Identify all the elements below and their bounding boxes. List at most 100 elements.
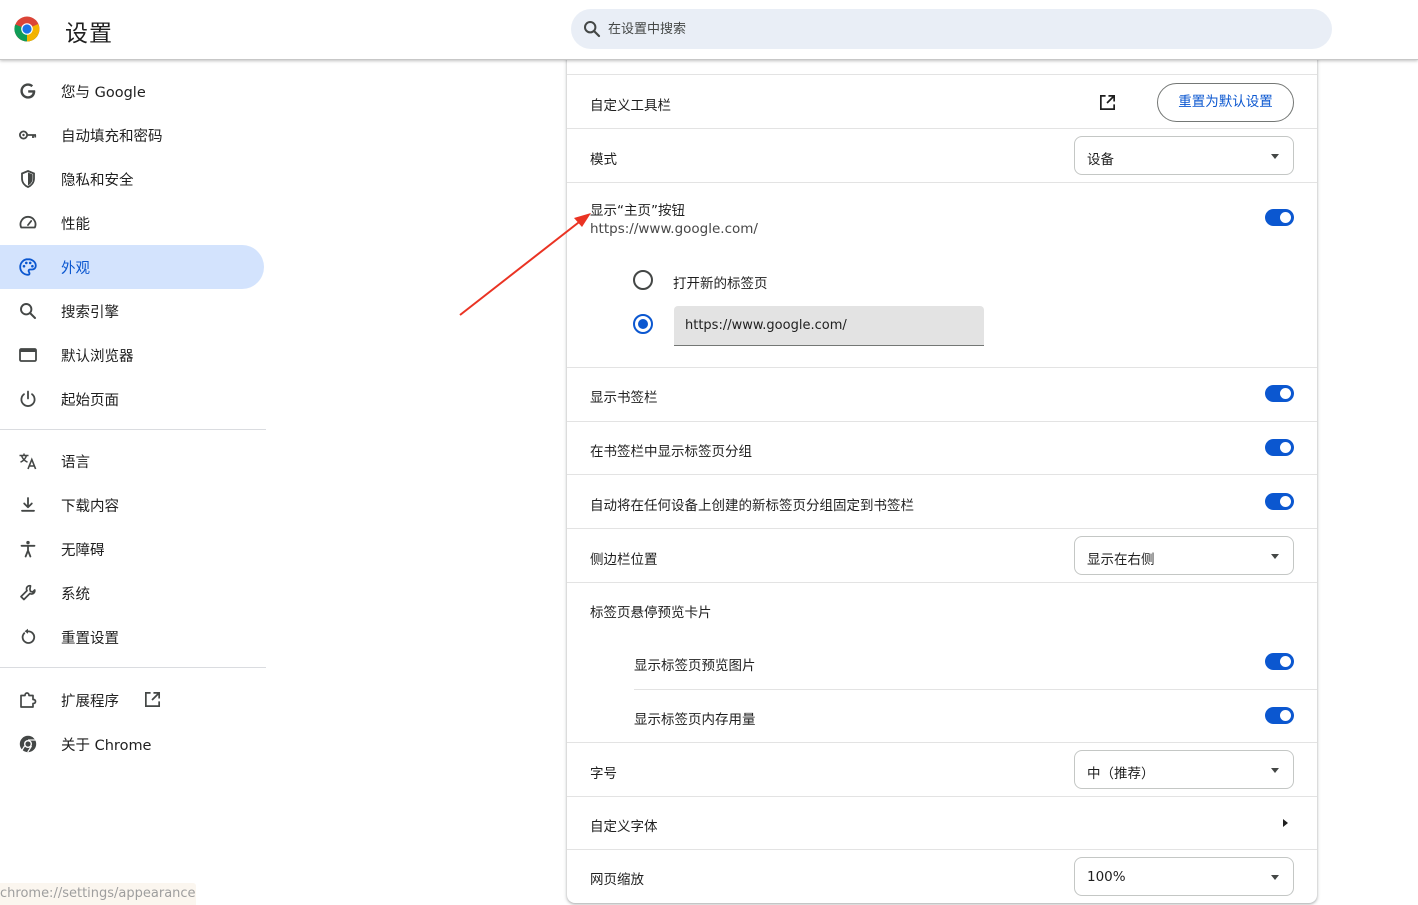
sidebar-item-label: 重置设置 (61, 631, 119, 647)
sidebar-item-reset[interactable]: 重置设置 (0, 615, 264, 659)
row-divider (567, 582, 1317, 583)
google-g-icon (20, 83, 36, 99)
row-divider (567, 849, 1317, 850)
sidebar-item-appearance[interactable]: 外观 (0, 245, 264, 289)
top-bar: 设置 (0, 0, 1418, 60)
customize-toolbar-label: 自定义工具栏 (590, 98, 671, 114)
radio-custom-url[interactable] (633, 314, 653, 334)
reset-icon (21, 628, 36, 644)
puzzle-icon (20, 692, 37, 708)
chevron-right-icon[interactable] (1283, 819, 1288, 827)
download-icon (21, 497, 35, 512)
side-panel-select[interactable]: 显示在右侧 (1074, 536, 1294, 575)
row-divider (567, 74, 1317, 75)
palette-icon (19, 258, 37, 276)
sidebar-item-label: 语言 (61, 455, 90, 471)
page-zoom-select[interactable]: 100% (1074, 857, 1294, 896)
sidebar-item-label: 下载内容 (61, 499, 119, 515)
search-icon (584, 21, 601, 38)
bookmarks-bar-label: 显示书签栏 (590, 390, 658, 406)
sidebar-item-default-browser[interactable]: 默认浏览器 (0, 333, 264, 377)
sidebar-item-performance[interactable]: 性能 (0, 201, 264, 245)
sidebar-item-accessibility[interactable]: 无障碍 (0, 527, 264, 571)
page-title: 设置 (65, 21, 113, 47)
hover-card-label: 标签页悬停预览卡片 (590, 605, 712, 621)
browser-window-icon (19, 348, 37, 362)
font-size-select[interactable]: 中（推荐） (1074, 750, 1294, 789)
sidebar-item-label: 隐私和安全 (61, 173, 134, 189)
row-divider (634, 689, 1317, 690)
sidebar-item-label: 系统 (61, 587, 90, 603)
side-panel-label: 侧边栏位置 (590, 552, 658, 568)
sidebar-item-you-and-google[interactable]: 您与 Google (0, 69, 264, 113)
sidebar-item-label: 自动填充和密码 (61, 129, 163, 145)
hover-preview-image-label: 显示标签页预览图片 (634, 658, 756, 674)
home-url-input[interactable] (674, 306, 984, 346)
home-button-label: 显示“主页”按钮 (590, 203, 685, 219)
side-panel-select-value: 显示在右侧 (1087, 552, 1155, 568)
radio-new-tab-page[interactable] (633, 270, 653, 290)
hover-memory-usage-label: 显示标签页内存用量 (634, 712, 756, 728)
sidebar-item-label: 扩展程序 (61, 694, 119, 710)
font-size-select-value: 中（推荐） (1087, 766, 1155, 782)
row-divider (567, 528, 1317, 529)
shield-icon (21, 170, 35, 188)
sidebar-item-about-chrome[interactable]: 关于 Chrome (0, 722, 264, 766)
open-in-new-icon[interactable] (1098, 93, 1117, 112)
chrome-logo-icon (14, 16, 40, 42)
home-button-sublabel: https://www.google.com/ (590, 221, 758, 237)
sidebar: 您与 Google 自动填充和密码 隐私和安全 性能 外观 搜索引擎 默认浏览器… (0, 61, 266, 905)
mode-select-value: 设备 (1087, 152, 1114, 168)
sidebar-item-label: 搜索引擎 (61, 305, 119, 321)
reset-to-default-button[interactable]: 重置为默认设置 (1157, 83, 1294, 122)
auto-pin-tab-groups-toggle[interactable] (1265, 493, 1294, 510)
hover-preview-image-toggle[interactable] (1265, 653, 1294, 670)
search-box[interactable] (571, 9, 1332, 49)
row-divider (567, 421, 1317, 422)
wrench-icon (20, 584, 36, 601)
tab-groups-bookmarks-label: 在书签栏中显示标签页分组 (590, 444, 752, 460)
page-zoom-select-value: 100% (1087, 869, 1126, 885)
bookmarks-bar-toggle[interactable] (1265, 385, 1294, 402)
sidebar-divider (0, 429, 266, 430)
hover-memory-usage-toggle[interactable] (1265, 707, 1294, 724)
auto-pin-tab-groups-label: 自动将在任何设备上创建的新标签页分组固定到书签栏 (590, 498, 914, 514)
sidebar-item-label: 关于 Chrome (61, 738, 152, 754)
font-size-label: 字号 (590, 766, 617, 782)
sidebar-item-label: 无障碍 (61, 543, 105, 559)
custom-fonts-label: 自定义字体 (590, 819, 658, 835)
tab-groups-bookmarks-toggle[interactable] (1265, 439, 1294, 456)
sidebar-item-downloads[interactable]: 下载内容 (0, 483, 264, 527)
sidebar-item-languages[interactable]: 语言 (0, 439, 264, 483)
row-divider (567, 474, 1317, 475)
sidebar-item-on-startup[interactable]: 起始页面 (0, 377, 264, 421)
appearance-settings-card: 自定义工具栏 重置为默认设置 模式 设备 显示“主页”按钮 https://ww… (567, 55, 1317, 903)
speedometer-icon (19, 215, 37, 229)
sidebar-item-extensions[interactable]: 扩展程序 (0, 678, 264, 722)
row-divider (567, 182, 1317, 183)
accessibility-icon (20, 540, 36, 558)
caret-down-icon (1271, 875, 1279, 880)
row-divider (567, 742, 1317, 743)
sidebar-item-label: 起始页面 (61, 393, 119, 409)
mode-label: 模式 (590, 152, 617, 168)
sidebar-item-label: 性能 (61, 217, 90, 233)
sidebar-item-system[interactable]: 系统 (0, 571, 264, 615)
row-divider (567, 796, 1317, 797)
sidebar-item-autofill[interactable]: 自动填充和密码 (0, 113, 264, 157)
power-icon (20, 390, 36, 407)
open-in-new-icon[interactable] (143, 690, 162, 709)
sidebar-item-search-engine[interactable]: 搜索引擎 (0, 289, 264, 333)
sidebar-item-label: 您与 Google (61, 85, 146, 101)
caret-down-icon (1271, 154, 1279, 159)
translate-icon (19, 453, 37, 470)
sidebar-divider (0, 667, 266, 668)
search-input[interactable] (608, 19, 1208, 39)
sidebar-item-privacy[interactable]: 隐私和安全 (0, 157, 264, 201)
chrome-icon (19, 735, 37, 753)
mode-select[interactable]: 设备 (1074, 136, 1294, 175)
sidebar-item-label: 默认浏览器 (61, 349, 134, 365)
caret-down-icon (1271, 554, 1279, 559)
home-button-toggle[interactable] (1265, 209, 1294, 226)
search-icon (20, 303, 36, 319)
